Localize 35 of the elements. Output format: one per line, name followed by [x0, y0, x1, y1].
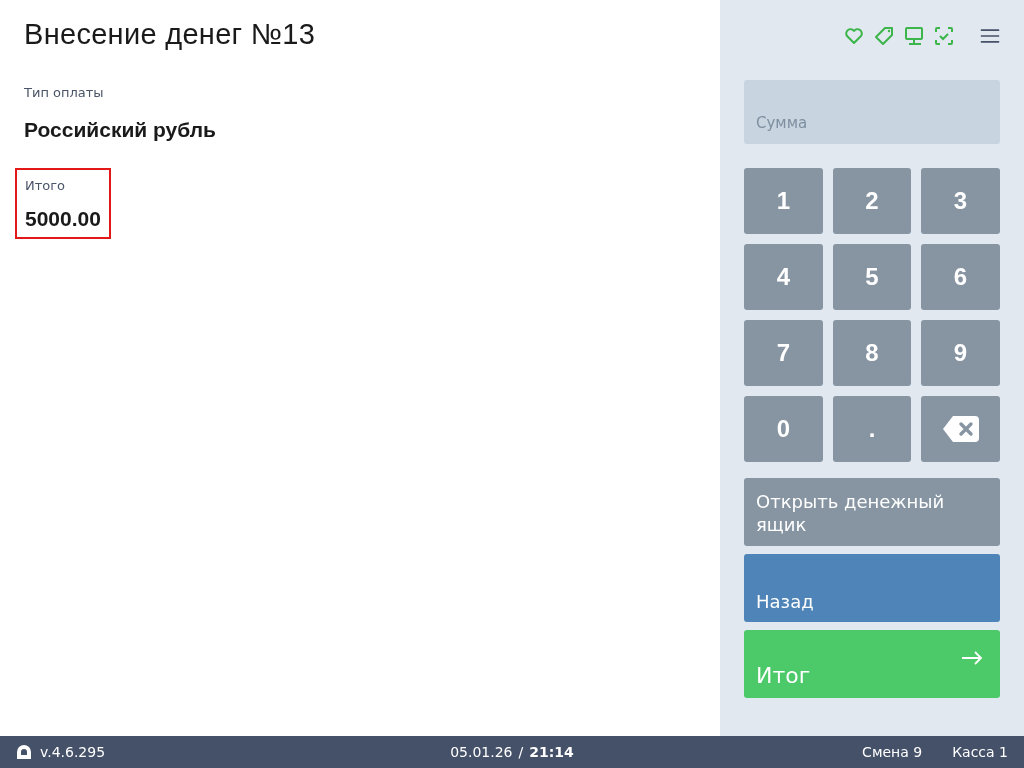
back-button[interactable]: Назад — [744, 554, 1000, 622]
keypad-key[interactable]: 3 — [921, 168, 1000, 234]
open-drawer-button[interactable]: Открыть денежный ящик — [744, 478, 1000, 546]
menu-icon[interactable] — [980, 26, 1000, 46]
time-text: 21:14 — [529, 744, 574, 760]
keypad-key[interactable]: 5 — [833, 244, 911, 310]
keypad-key[interactable]: 1 — [744, 168, 823, 234]
backspace-key[interactable] — [921, 396, 1000, 462]
keypad-key[interactable]: 8 — [833, 320, 911, 386]
date-text: 05.01.26 — [450, 744, 513, 760]
check-frame-icon[interactable] — [934, 26, 954, 46]
total-value: 5000.00 — [25, 207, 101, 231]
payment-type-label: Тип оплаты — [24, 85, 105, 100]
monitor-icon[interactable] — [904, 26, 924, 46]
keypad-key[interactable]: 7 — [744, 320, 823, 386]
amount-field[interactable]: Сумма — [744, 80, 1000, 144]
tag-icon[interactable] — [874, 26, 894, 46]
version-text: v.4.6.295 — [40, 744, 106, 760]
page-title: Внесение денег №13 — [24, 18, 317, 51]
keypad-key[interactable]: 9 — [921, 320, 1000, 386]
payment-type-value: Российский рубль — [24, 118, 217, 142]
keypad-key[interactable]: . — [833, 396, 911, 462]
shift-text: Смена 9 — [862, 744, 923, 760]
keypad-key[interactable]: 2 — [833, 168, 911, 234]
total-button[interactable]: Итог — [744, 630, 1000, 698]
heart-icon[interactable] — [844, 26, 864, 46]
separator-text: / — [518, 744, 524, 760]
keypad-key[interactable]: 4 — [744, 244, 823, 310]
arrow-icon — [960, 650, 984, 666]
backspace-icon — [940, 414, 981, 444]
keypad-key[interactable]: 0 — [744, 396, 823, 462]
keypad-key[interactable]: 6 — [921, 244, 1000, 310]
total-label: Итого — [25, 178, 67, 193]
logo-icon — [16, 744, 32, 760]
register-text: Касса 1 — [952, 744, 1008, 760]
